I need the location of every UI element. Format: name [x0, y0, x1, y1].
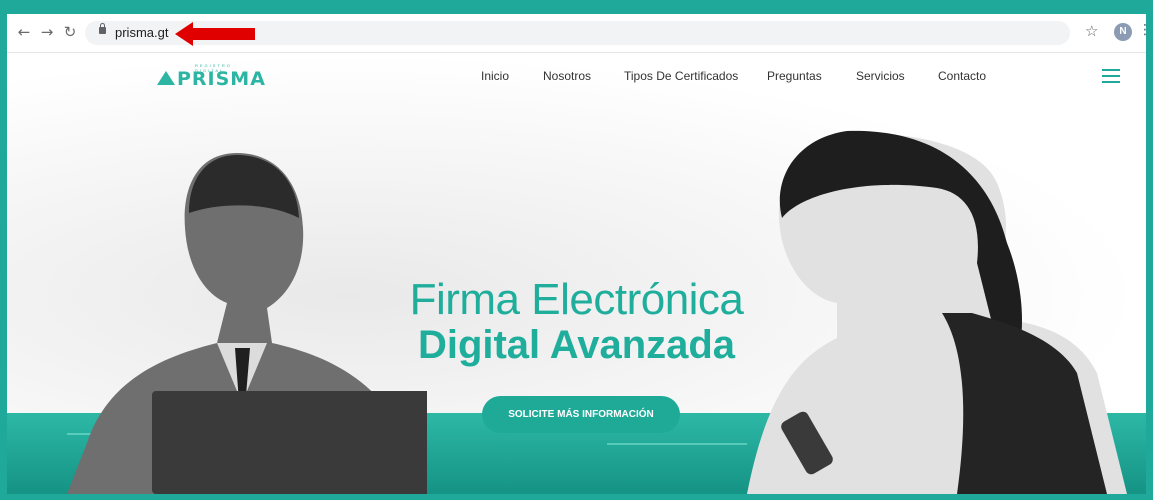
browser-toolbar: ← → ↻ prisma.gt ☆ N ⋮	[7, 14, 1146, 53]
reload-icon[interactable]: ↻	[61, 23, 79, 41]
hamburger-menu-icon[interactable]	[1102, 69, 1120, 83]
url-text: prisma.gt	[115, 25, 169, 40]
nav-preguntas[interactable]: Preguntas	[767, 69, 822, 83]
nav-inicio[interactable]: Inicio	[481, 69, 509, 83]
kebab-menu-icon[interactable]: ⋮	[1138, 22, 1146, 38]
hero-title-line2: Digital Avanzada	[417, 323, 736, 367]
logo-text: PRISMA	[177, 68, 266, 90]
annotation-arrow	[175, 22, 255, 46]
back-icon[interactable]: ←	[15, 23, 33, 41]
lock-icon	[99, 23, 106, 34]
nav-servicios[interactable]: Servicios	[856, 69, 905, 83]
hero-title-line1: Firma Electrónica	[409, 275, 744, 324]
star-icon[interactable]: ☆	[1085, 22, 1098, 40]
website-hero: REGISTRO DIGITAL PRISMA Inicio Nosotros …	[7, 53, 1146, 494]
nav-nosotros[interactable]: Nosotros	[543, 69, 591, 83]
cta-button[interactable]: SOLICITE MÁS INFORMACIÓN	[482, 396, 680, 433]
nav-contacto[interactable]: Contacto	[938, 69, 986, 83]
profile-avatar[interactable]: N	[1114, 23, 1132, 41]
forward-icon[interactable]: →	[38, 23, 56, 41]
nav-tipos-certificados[interactable]: Tipos De Certificados	[624, 69, 738, 83]
logo-mark-icon	[157, 71, 175, 85]
screenshot-frame: ← → ↻ prisma.gt ☆ N ⋮ REGISTRO DIGITAL P…	[7, 14, 1146, 494]
